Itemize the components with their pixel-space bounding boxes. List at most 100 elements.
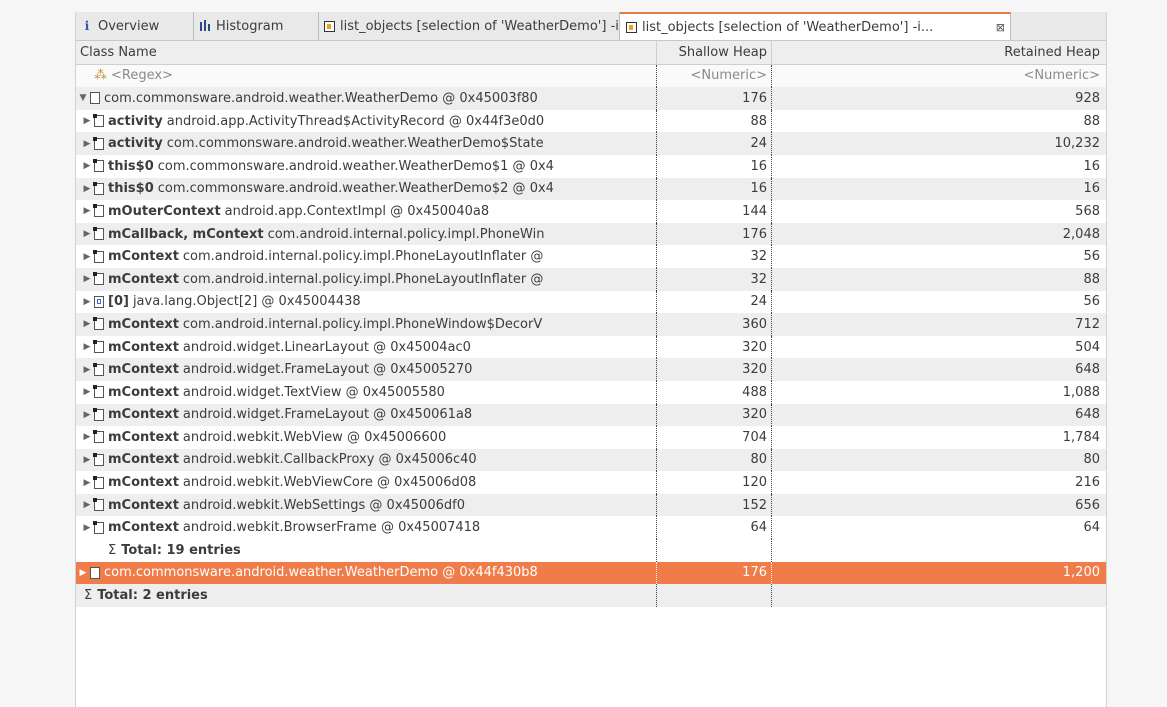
table-row[interactable]: ▶ mContext com.android.internal.policy.imp…	[76, 267, 1106, 291]
field-name: mContext	[108, 475, 179, 491]
object-icon	[90, 92, 100, 105]
collapsed-chevron-icon[interactable]: ▶	[82, 523, 92, 533]
collapsed-chevron-icon[interactable]: ▶	[82, 274, 92, 284]
object-ref: android.app.ContextImpl @ 0x450040a8	[224, 203, 490, 219]
collapsed-chevron-icon[interactable]: ▶	[82, 410, 92, 420]
tab-histogram[interactable]: Histogram	[194, 12, 319, 40]
shallow-heap-cell: 152	[656, 493, 771, 517]
heap-dump-view: i Overview Histogram list_objects [selec…	[75, 12, 1107, 707]
table-row[interactable]: ▶ mContext com.android.internal.policy.imp…	[76, 245, 1106, 268]
list-objects-icon	[625, 21, 637, 33]
collapsed-chevron-icon[interactable]: ▶	[82, 206, 92, 216]
shallow-heap-cell: 88	[656, 109, 771, 133]
table-row[interactable]: ▶ mContext android.webkit.CallbackProxy @ …	[76, 448, 1106, 472]
retained-heap-cell: 64	[771, 516, 1106, 540]
collapsed-chevron-icon[interactable]: ▶	[82, 432, 92, 442]
reference-object-icon	[93, 430, 104, 444]
table-row[interactable]: ▶ activity com.commonsware.android.weather…	[76, 132, 1106, 155]
close-tab-icon[interactable]: ⊠	[990, 21, 1005, 34]
shallow-heap-filter[interactable]: <Numeric>	[656, 64, 771, 88]
table-row[interactable]: ▶ activity android.app.ActivityThread$Acti…	[76, 109, 1106, 133]
collapsed-chevron-icon[interactable]: ▶	[82, 387, 92, 397]
object-ref: android.widget.FrameLayout @ 0x450061a8	[182, 407, 473, 423]
table-row[interactable]: ▶ mContext android.webkit.BrowserFrame @ 0…	[76, 516, 1106, 540]
table-row[interactable]: ▶ this$0 com.commonsware.android.weather.W…	[76, 154, 1106, 178]
root-retained-heap: 928	[771, 87, 1106, 110]
reference-object-icon	[93, 317, 104, 331]
sigma-icon: Σ	[108, 542, 117, 558]
retained-heap-cell: 1,784	[771, 426, 1106, 449]
table-row[interactable]: ▶ mContext android.webkit.WebViewCore @ 0x…	[76, 471, 1106, 494]
tab-list-objects-1[interactable]: list_objects [selection of 'WeatherDemo'…	[319, 12, 620, 40]
object-ref: android.widget.FrameLayout @ 0x45005270	[182, 362, 473, 378]
table-row[interactable]: ▶ mContext android.widget.FrameLayout @ 0x…	[76, 358, 1106, 381]
objects-tree-table: Class Name Shallow Heap Retained Heap ⁂ …	[76, 41, 1106, 607]
field-name: activity	[108, 113, 163, 129]
table-row[interactable]: ▶ this$0 com.commonsware.android.weather.W…	[76, 177, 1106, 201]
collapsed-chevron-icon[interactable]: ▶	[82, 478, 92, 488]
collapsed-chevron-icon[interactable]: ▶	[82, 319, 92, 329]
object-ref: android.widget.LinearLayout @ 0x45004ac0	[182, 339, 471, 355]
retained-heap-cell: 568	[771, 200, 1106, 223]
collapsed-chevron-icon[interactable]: ▶	[82, 455, 92, 465]
collapsed-chevron-icon[interactable]: ▶	[82, 342, 92, 352]
retained-heap-cell: 648	[771, 358, 1106, 381]
retained-heap-filter[interactable]: <Numeric>	[771, 64, 1106, 88]
table-row[interactable]: ▶ mContext android.webkit.WebView @ 0x4500…	[76, 426, 1106, 449]
root-shallow-heap: 176	[656, 87, 771, 110]
table-row[interactable]: ▶ mCallback, mContext com.android.internal…	[76, 222, 1106, 246]
table-row[interactable]: ▶ mContext android.widget.TextView @ 0x450…	[76, 380, 1106, 404]
collapsed-chevron-icon[interactable]: ▶	[82, 161, 92, 171]
object-ref: android.webkit.WebViewCore @ 0x45006d08	[182, 475, 477, 491]
table-row[interactable]: ▶ mContext android.widget.FrameLayout @ 0x…	[76, 403, 1106, 427]
reference-object-icon	[93, 272, 104, 286]
object-ref: com.commonsware.android.weather.WeatherD…	[157, 181, 554, 197]
filter-row: ⁂ <Regex> <Numeric> <Numeric>	[76, 64, 1106, 88]
expanded-chevron-icon[interactable]: ▼	[78, 93, 88, 103]
tab-overview[interactable]: i Overview	[76, 12, 194, 40]
collapsed-chevron-icon[interactable]: ▶	[82, 365, 92, 375]
tab-list-objects-2[interactable]: list_objects [selection of 'WeatherDemo'…	[620, 12, 1011, 40]
table-row[interactable]: ▶ mOuterContext android.app.ContextImpl @ …	[76, 200, 1106, 223]
object-ref: android.webkit.BrowserFrame @ 0x45007418	[182, 520, 481, 536]
object-ref: com.android.internal.policy.impl.PhoneLa…	[182, 271, 544, 287]
regex-filter-placeholder: <Regex>	[111, 68, 173, 84]
column-header-class-name[interactable]: Class Name	[76, 45, 656, 60]
reference-object-icon	[93, 452, 104, 466]
collapsed-chevron-icon[interactable]: ▶	[82, 184, 92, 194]
column-header-shallow-heap[interactable]: Shallow Heap	[656, 41, 771, 64]
object-ref: com.commonsware.android.weather.WeatherD…	[157, 158, 554, 174]
table-row[interactable]: ▶ mContext android.webkit.WebSettings @ 0x…	[76, 493, 1106, 517]
shallow-heap-cell: 32	[656, 267, 771, 291]
field-name: mContext	[108, 429, 179, 445]
retained-heap-cell: 56	[771, 245, 1106, 268]
retained-heap-cell: 88	[771, 267, 1106, 291]
object-ref: com.commonsware.android.weather.WeatherD…	[166, 136, 544, 152]
tab-label: Histogram	[216, 18, 284, 34]
reference-object-icon	[93, 227, 104, 241]
retained-heap-cell: 216	[771, 471, 1106, 494]
collapsed-chevron-icon[interactable]: ▶	[82, 500, 92, 510]
reference-object-icon	[93, 249, 104, 263]
table-row[interactable]: ▶ mContext android.widget.LinearLayout @ 0…	[76, 335, 1106, 359]
field-name: mContext	[108, 271, 179, 287]
column-header-retained-heap[interactable]: Retained Heap	[771, 41, 1106, 64]
collapsed-chevron-icon[interactable]: ▶	[82, 229, 92, 239]
collapsed-chevron-icon[interactable]: ▶	[82, 139, 92, 149]
root-object-row[interactable]: ▼ com.commonsware.android.weather.Weathe…	[76, 87, 1106, 110]
regex-filter[interactable]: ⁂ <Regex>	[76, 68, 656, 83]
selected-object-row[interactable]: ▶ com.commonsware.android.weather.Weathe…	[76, 561, 1106, 585]
editor-tab-bar: i Overview Histogram list_objects [selec…	[76, 12, 1106, 41]
field-name: this$0	[108, 158, 154, 174]
collapsed-chevron-icon[interactable]: ▶	[78, 568, 88, 578]
collapsed-chevron-icon[interactable]: ▶	[82, 297, 92, 307]
object-ref: android.webkit.WebView @ 0x45006600	[182, 429, 447, 445]
tab-label: list_objects [selection of 'WeatherDemo'…	[340, 18, 620, 34]
collapsed-chevron-icon[interactable]: ▶	[82, 116, 92, 126]
root-object-name: com.commonsware.android.weather.WeatherD…	[104, 90, 538, 106]
collapsed-chevron-icon[interactable]: ▶	[82, 252, 92, 262]
field-name: mContext	[108, 520, 179, 536]
reference-object-icon	[93, 362, 104, 376]
table-row[interactable]: ▶ [0] java.lang.Object[2] @ 0x45004438 24 56	[76, 290, 1106, 314]
table-row[interactable]: ▶ mContext com.android.internal.policy.imp…	[76, 313, 1106, 336]
